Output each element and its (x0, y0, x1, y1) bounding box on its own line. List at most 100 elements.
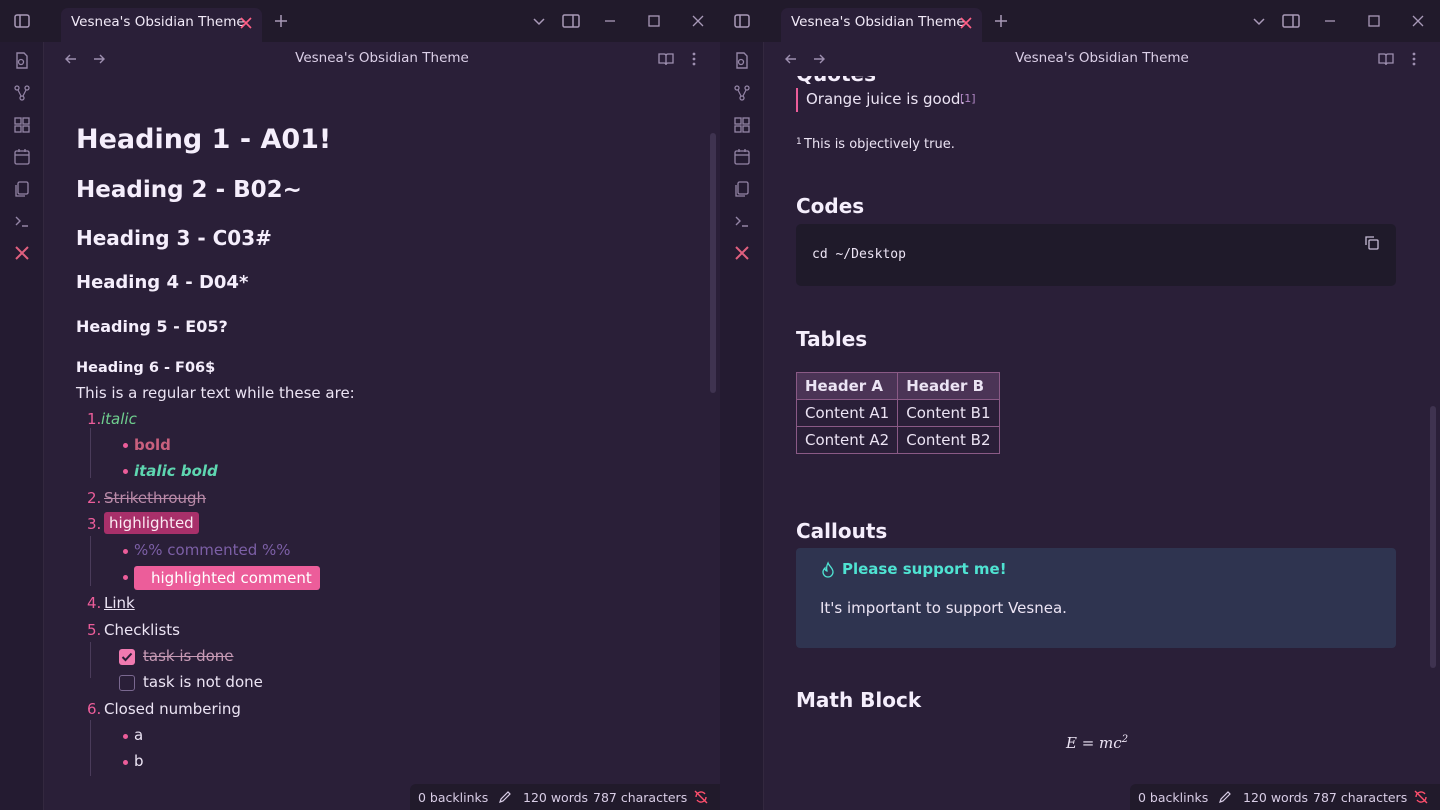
heading-5: Heading 5 - E05? (76, 317, 228, 336)
table-cell: Content A2 (795, 426, 899, 454)
data-table: Header A Header B Content A1 Content B1 … (795, 372, 1000, 454)
character-count: 787 characters (593, 790, 688, 805)
sidebar-toggle-icon[interactable] (12, 11, 32, 31)
book-icon[interactable] (1377, 50, 1395, 68)
close-window-icon[interactable] (1408, 11, 1428, 31)
indent-guide (90, 642, 91, 678)
tab-active[interactable]: Vesnea's Obsidian Theme (61, 8, 262, 42)
close-window-icon[interactable] (688, 11, 708, 31)
maximize-icon[interactable] (644, 11, 664, 31)
checkbox-checked[interactable] (119, 649, 135, 665)
link[interactable]: Link (104, 594, 135, 612)
scrollbar-thumb[interactable] (1430, 406, 1436, 668)
tab-title: Vesnea's Obsidian Theme (71, 14, 245, 30)
grid-icon[interactable] (732, 115, 752, 135)
indent-guide (90, 536, 91, 586)
footnote-mark: 1 (796, 137, 802, 147)
tables-heading: Tables (796, 327, 868, 351)
code-block: cd ~/Desktop (796, 224, 1396, 286)
quotes-heading: Quotes (796, 76, 876, 86)
table-header: Header B (897, 372, 1000, 400)
file-search-icon[interactable] (732, 51, 752, 71)
right-pane: Vesnea's Obsidian Theme Vesnea's Obsidia… (720, 0, 1440, 810)
code-text: cd ~/Desktop (812, 247, 906, 262)
table-cell: Content B1 (897, 399, 1000, 427)
status-bar: 0 backlinks 120 words 787 characters (1130, 784, 1440, 810)
grid-icon[interactable] (12, 115, 32, 135)
table-row: Content A2 Content B2 (795, 426, 1000, 454)
word-count: 120 words (523, 790, 589, 805)
flame-icon (820, 561, 836, 579)
more-vertical-icon[interactable] (685, 50, 703, 68)
codes-heading: Codes (796, 194, 865, 218)
footnote-ref[interactable]: [1] (960, 92, 976, 105)
chevron-down-icon[interactable] (529, 11, 549, 31)
plus-icon[interactable] (991, 11, 1011, 31)
pencil-icon[interactable] (1218, 790, 1232, 804)
math-block: E = mc2 (1066, 734, 1128, 752)
view-header: Vesnea's Obsidian Theme (44, 42, 720, 76)
heading-3: Heading 3 - C03# (76, 226, 272, 250)
split-view-icon[interactable] (1281, 11, 1301, 31)
split-view-icon[interactable] (561, 11, 581, 31)
copy-icon[interactable] (732, 179, 752, 199)
close-icon[interactable] (238, 15, 254, 31)
tab-active[interactable]: Vesnea's Obsidian Theme (781, 8, 982, 42)
copy-code-icon[interactable] (1363, 234, 1381, 252)
bullet (123, 760, 128, 765)
graph-icon[interactable] (732, 83, 752, 103)
backlinks-count[interactable]: 0 backlinks (1138, 790, 1208, 805)
heading-1: Heading 1 - A01! (76, 124, 332, 155)
terminal-icon[interactable] (732, 211, 752, 231)
bullet (123, 575, 128, 580)
checklists-label: Checklists (104, 621, 180, 639)
terminal-icon[interactable] (12, 211, 32, 231)
table-cell: Content B2 (897, 426, 1000, 454)
file-search-icon[interactable] (12, 51, 32, 71)
backlinks-count[interactable]: 0 backlinks (418, 790, 488, 805)
checkbox-unchecked[interactable] (119, 675, 135, 691)
maximize-icon[interactable] (1364, 11, 1384, 31)
list-item-b: b (134, 752, 144, 770)
chevron-down-icon[interactable] (1249, 11, 1269, 31)
plus-icon[interactable] (271, 11, 291, 31)
bullet (123, 469, 128, 474)
heading-6: Heading 6 - F06$ (76, 360, 216, 376)
italic-bold-text: italic bold (134, 462, 218, 480)
copy-icon[interactable] (12, 179, 32, 199)
note-content[interactable]: Heading 1 - A01! Heading 2 - B02~ Headin… (44, 76, 720, 810)
status-bar: 0 backlinks 120 words 787 characters (410, 784, 720, 810)
calendar-icon[interactable] (12, 147, 32, 167)
sync-off-icon[interactable] (693, 789, 709, 805)
graph-icon[interactable] (12, 83, 32, 103)
book-icon[interactable] (657, 50, 675, 68)
close-icon[interactable] (958, 15, 974, 31)
calendar-icon[interactable] (732, 147, 752, 167)
scrollbar-thumb[interactable] (710, 133, 716, 393)
minimize-icon[interactable] (600, 11, 620, 31)
highlighted-comment: highlighted comment (134, 566, 320, 590)
tab-title: Vesnea's Obsidian Theme (791, 14, 965, 30)
highlighted-text: highlighted (104, 512, 199, 534)
list-number: 1. (87, 410, 102, 428)
tools-icon[interactable] (12, 243, 32, 263)
sync-off-icon[interactable] (1413, 789, 1429, 805)
blockquote-text: Orange juice is good. (806, 90, 966, 108)
bullet (123, 734, 128, 739)
tools-icon[interactable] (732, 243, 752, 263)
math-exponent: 2 (1121, 734, 1129, 745)
heading-2: Heading 2 - B02~ (76, 177, 302, 203)
more-vertical-icon[interactable] (1405, 50, 1423, 68)
sidebar-toggle-icon[interactable] (732, 11, 752, 31)
table-header: Header A (795, 372, 899, 400)
commented-text: %% commented %% (134, 541, 291, 559)
list-number: 2. (87, 489, 102, 507)
pencil-icon[interactable] (498, 790, 512, 804)
indent-guide (90, 428, 91, 478)
note-content[interactable]: Quotes Orange juice is good. [1] 1 This … (764, 76, 1440, 810)
heading-4: Heading 4 - D04* (76, 272, 249, 293)
minimize-icon[interactable] (1320, 11, 1340, 31)
indent-guide (90, 720, 91, 776)
closed-numbering-label: Closed numbering (104, 700, 241, 718)
intro-text: This is a regular text while these are: (76, 384, 355, 402)
